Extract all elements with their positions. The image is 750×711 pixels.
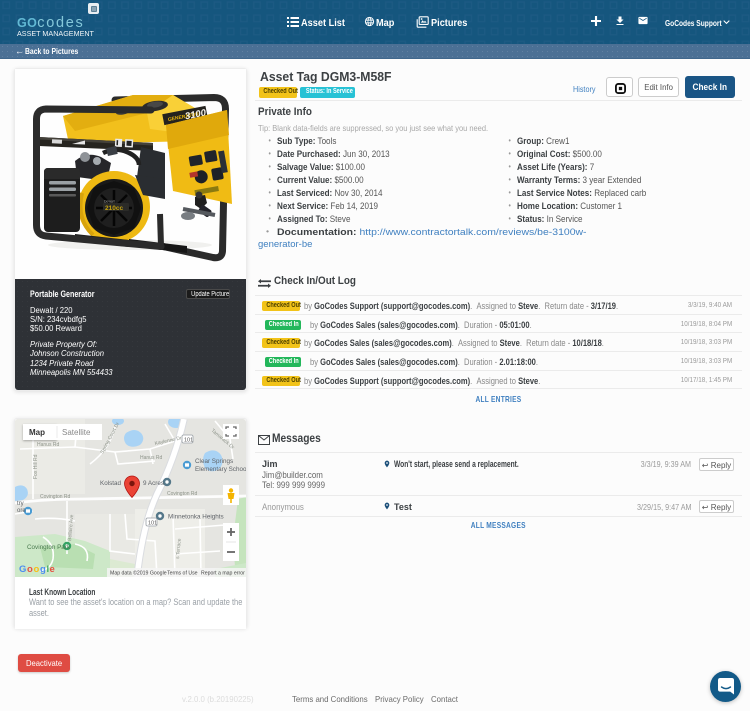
svg-text:ore: ore bbox=[17, 508, 26, 514]
svg-text:Fox Hill Rd: Fox Hill Rd bbox=[33, 454, 39, 479]
svg-text:Report a map error: Report a map error bbox=[201, 571, 245, 577]
svg-text:o: o bbox=[34, 564, 40, 575]
svg-text:101: 101 bbox=[148, 521, 157, 527]
svg-text:9 Acres: 9 Acres bbox=[143, 480, 164, 487]
svg-text:Elementary School: Elementary School bbox=[195, 466, 246, 473]
svg-text:try: try bbox=[17, 501, 24, 507]
svg-text:Terms of Use: Terms of Use bbox=[167, 571, 198, 577]
svg-text:Covington Park: Covington Park bbox=[27, 544, 71, 551]
svg-text:Hanus Rd: Hanus Rd bbox=[140, 455, 162, 461]
svg-text:G: G bbox=[19, 564, 26, 575]
svg-text:Minnetonka Heights: Minnetonka Heights bbox=[168, 514, 224, 521]
svg-text:Kolstad: Kolstad bbox=[100, 480, 122, 487]
svg-text:Hanus Rd: Hanus Rd bbox=[37, 442, 59, 448]
svg-text:Satellite: Satellite bbox=[62, 428, 91, 437]
svg-text:Clear Springs: Clear Springs bbox=[195, 458, 233, 465]
svg-text:o: o bbox=[27, 564, 33, 575]
svg-text:210cc: 210cc bbox=[105, 205, 123, 212]
svg-text:Map: Map bbox=[29, 428, 45, 437]
svg-text:101: 101 bbox=[184, 438, 193, 444]
svg-text:Covington Rd: Covington Rd bbox=[167, 491, 198, 497]
svg-text:Dewalt: Dewalt bbox=[104, 200, 115, 204]
svg-text:e: e bbox=[50, 564, 55, 575]
svg-text:g: g bbox=[40, 564, 46, 575]
svg-text:Map data ©2019 Google: Map data ©2019 Google bbox=[110, 570, 167, 577]
svg-text:Covington Rd: Covington Rd bbox=[40, 494, 71, 500]
